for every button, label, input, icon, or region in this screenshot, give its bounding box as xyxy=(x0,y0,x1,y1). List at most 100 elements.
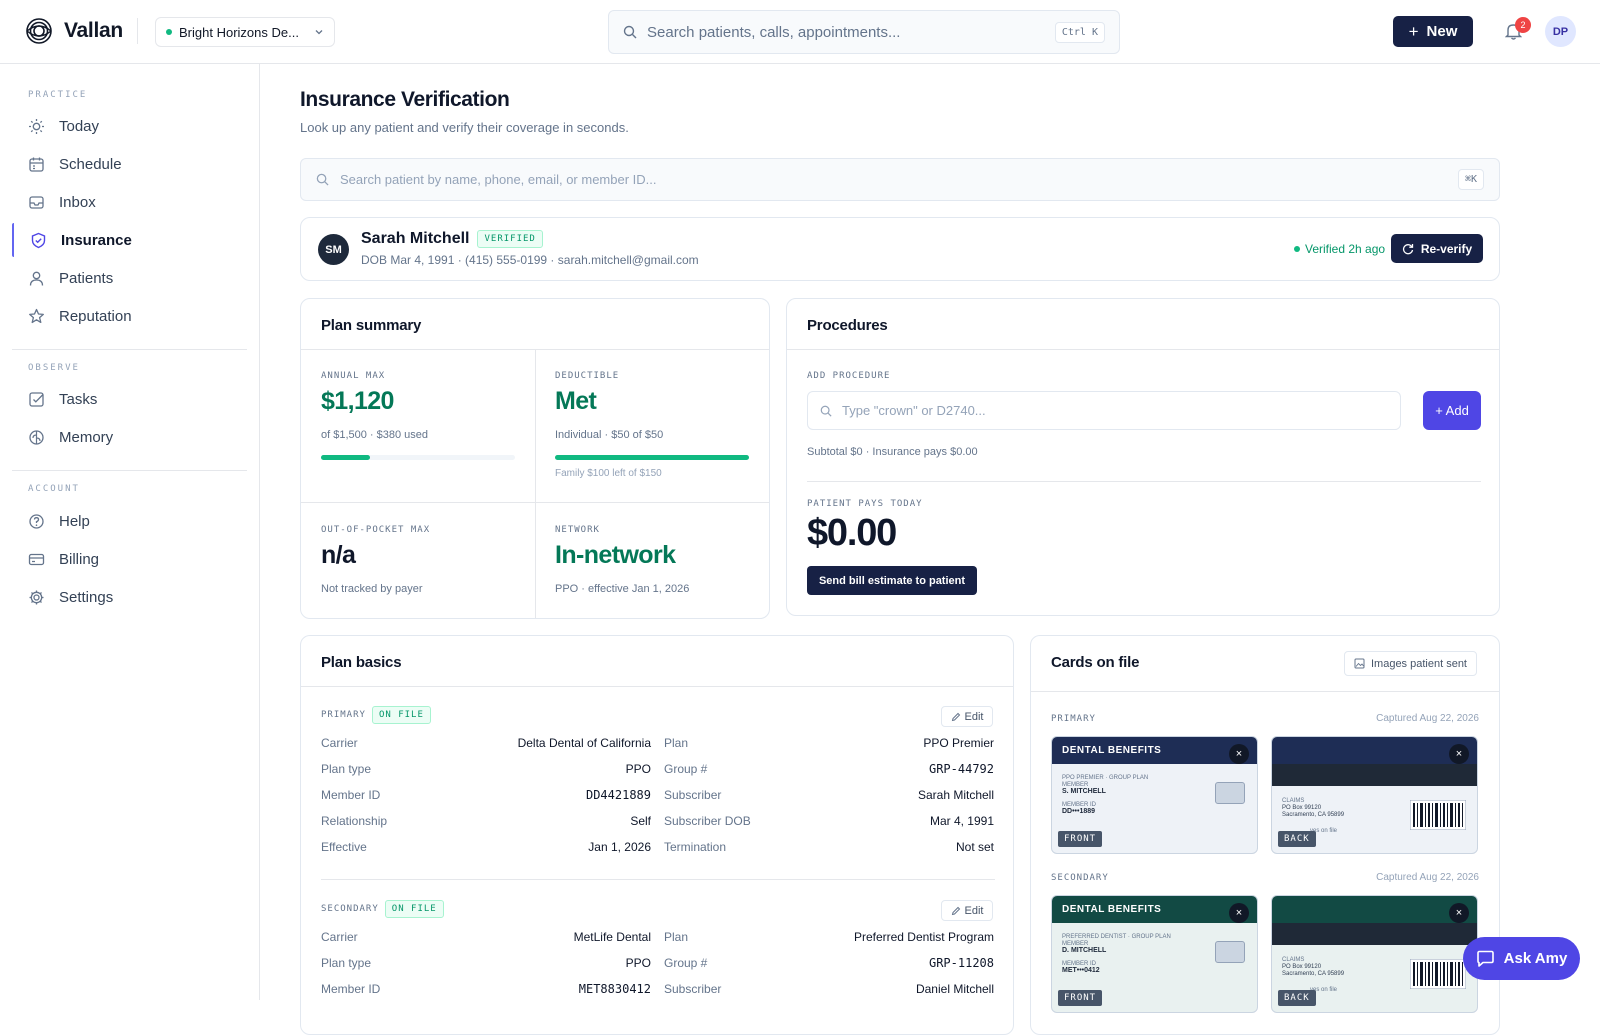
field-row: Group # GRP-44792 xyxy=(664,761,994,777)
images-patient-sent-button[interactable]: Images patient sent xyxy=(1344,651,1477,676)
edit-secondary-button[interactable]: Edit xyxy=(941,900,993,921)
ask-amy-button[interactable]: Ask Amy xyxy=(1463,937,1580,980)
back-tag: BACK xyxy=(1278,990,1316,1006)
card-address-line-1: PO Box 99120 xyxy=(1282,805,1322,811)
card-back-header xyxy=(1272,896,1477,923)
pencil-icon xyxy=(951,906,960,915)
divider xyxy=(137,18,138,44)
practice-selector[interactable]: Bright Horizons De... xyxy=(155,17,335,47)
deductible-progress xyxy=(555,455,749,460)
refresh-icon xyxy=(1402,243,1413,254)
field-label: Group # xyxy=(664,956,708,970)
procedure-input[interactable] xyxy=(842,403,1388,418)
card-member-name: S. MITCHELL xyxy=(1062,788,1106,795)
field-value: Mar 4, 1991 xyxy=(929,814,994,828)
secondary-card-front[interactable]: DENTAL BENEFITS × PREFERRED DENTIST · GR… xyxy=(1051,895,1258,1013)
edit-label: Edit xyxy=(964,710,984,723)
edit-label: Edit xyxy=(964,904,984,917)
sun-icon xyxy=(29,118,44,134)
procedure-input-field[interactable] xyxy=(807,391,1401,430)
primary-card-back[interactable]: × CLAIMS PO Box 99120 Sacramento, CA 958… xyxy=(1271,736,1478,854)
sidebar-item-label: Tasks xyxy=(59,390,98,408)
global-search[interactable]: Ctrl K xyxy=(608,10,1120,54)
notification-badge: 2 xyxy=(1515,17,1531,33)
image-icon xyxy=(1354,658,1365,669)
sidebar-item-insurance[interactable]: Insurance xyxy=(12,223,247,257)
barcode-icon xyxy=(1410,959,1466,989)
deductible-value: Met xyxy=(555,387,597,415)
help-circle-icon xyxy=(29,513,44,529)
sidebar-item-help[interactable]: Help xyxy=(12,504,247,538)
sidebar-item-label: Schedule xyxy=(59,155,122,173)
divider xyxy=(301,686,1013,687)
field-value: GRP-44792 xyxy=(928,762,994,776)
patient-meta: DOB Mar 4, 1991 · (415) 555-0199 · sarah… xyxy=(361,253,699,267)
search-icon xyxy=(316,173,329,186)
divider xyxy=(807,481,1481,482)
sidebar-item-inbox[interactable]: Inbox xyxy=(12,185,247,219)
primary-card-front[interactable]: DENTAL BENEFITS × PPO PREMIER · GROUP PL… xyxy=(1051,736,1258,854)
card-title: Plan summary xyxy=(321,317,422,334)
field-value: DD4421889 xyxy=(585,788,651,802)
field-value: Daniel Mitchell xyxy=(915,982,994,996)
procedures-card: Procedures ADD PROCEDURE + Add Subtotal … xyxy=(786,298,1500,616)
oop-detail: Not tracked by payer xyxy=(321,583,423,595)
secondary-cards-label: SECONDARY xyxy=(1051,873,1109,883)
global-search-input[interactable] xyxy=(647,23,1045,41)
close-icon[interactable]: × xyxy=(1229,903,1249,923)
network-detail: PPO · effective Jan 1, 2026 xyxy=(555,583,690,595)
reverify-button[interactable]: Re-verify xyxy=(1391,234,1483,263)
sidebar-item-label: Insurance xyxy=(61,231,132,249)
plus-icon: + xyxy=(1408,21,1419,41)
sidebar-item-label: Inbox xyxy=(59,193,96,211)
divider xyxy=(12,349,247,350)
add-procedure-button[interactable]: + Add xyxy=(1423,391,1481,430)
patient-name[interactable]: Sarah Mitchell xyxy=(361,230,469,248)
close-icon[interactable]: × xyxy=(1449,903,1469,923)
calendar-icon xyxy=(29,157,44,172)
status-dot xyxy=(1294,246,1300,252)
edit-primary-button[interactable]: Edit xyxy=(941,706,993,727)
front-tag: FRONT xyxy=(1058,831,1103,847)
patient-search-input[interactable] xyxy=(340,172,1447,187)
secondary-plan-label: SECONDARY ON FILE xyxy=(321,900,444,918)
app-name: Vallan xyxy=(64,19,123,42)
sidebar-item-today[interactable]: Today xyxy=(12,109,247,143)
sidebar-item-patients[interactable]: Patients xyxy=(12,261,247,295)
card-chip xyxy=(1215,941,1245,963)
close-icon[interactable]: × xyxy=(1229,744,1249,764)
avatar[interactable]: DP xyxy=(1545,16,1576,47)
primary-plan-label: PRIMARY ON FILE xyxy=(321,706,431,724)
secondary-captured: Captured Aug 22, 2026 xyxy=(1376,872,1479,883)
sidebar-item-schedule[interactable]: Schedule xyxy=(12,147,247,181)
divider xyxy=(12,470,247,471)
sidebar-item-reputation[interactable]: Reputation xyxy=(12,299,247,333)
images-button-label: Images patient sent xyxy=(1370,657,1467,670)
send-estimate-button[interactable]: Send bill estimate to patient xyxy=(807,566,977,595)
new-button[interactable]: + New xyxy=(1393,16,1473,47)
field-label: Plan type xyxy=(321,956,372,970)
primary-cards-label: PRIMARY xyxy=(1051,714,1096,724)
annual-max-detail: of $1,500 · $380 used xyxy=(321,429,429,441)
sidebar-item-memory[interactable]: Memory xyxy=(12,420,247,454)
sidebar-item-label: Billing xyxy=(59,550,100,568)
section-label-account: ACCOUNT xyxy=(28,484,80,494)
sidebar-item-billing[interactable]: Billing xyxy=(12,542,247,576)
close-icon[interactable]: × xyxy=(1449,744,1469,764)
sidebar-item-settings[interactable]: Settings xyxy=(12,580,247,614)
sidebar-item-label: Help xyxy=(59,512,90,530)
field-row: Subscriber DOB Mar 4, 1991 xyxy=(664,813,994,829)
divider xyxy=(787,349,1499,350)
secondary-card-back[interactable]: × CLAIMS PO Box 99120 Sacramento, CA 958… xyxy=(1271,895,1478,1013)
plan-basics-card: Plan basics PRIMARY ON FILE Edit Carrier… xyxy=(300,635,1014,1035)
annual-max-value: $1,120 xyxy=(321,387,394,415)
primary-captured: Captured Aug 22, 2026 xyxy=(1376,713,1479,724)
logo[interactable]: Vallan xyxy=(24,16,123,46)
divider xyxy=(535,349,536,618)
sidebar-item-tasks[interactable]: Tasks xyxy=(12,382,247,416)
divider xyxy=(1031,691,1499,692)
patient-search[interactable]: ⌘K xyxy=(300,158,1500,201)
section-label-practice: PRACTICE xyxy=(28,90,88,100)
back-tag: BACK xyxy=(1278,831,1316,847)
magnetic-stripe xyxy=(1272,764,1477,786)
